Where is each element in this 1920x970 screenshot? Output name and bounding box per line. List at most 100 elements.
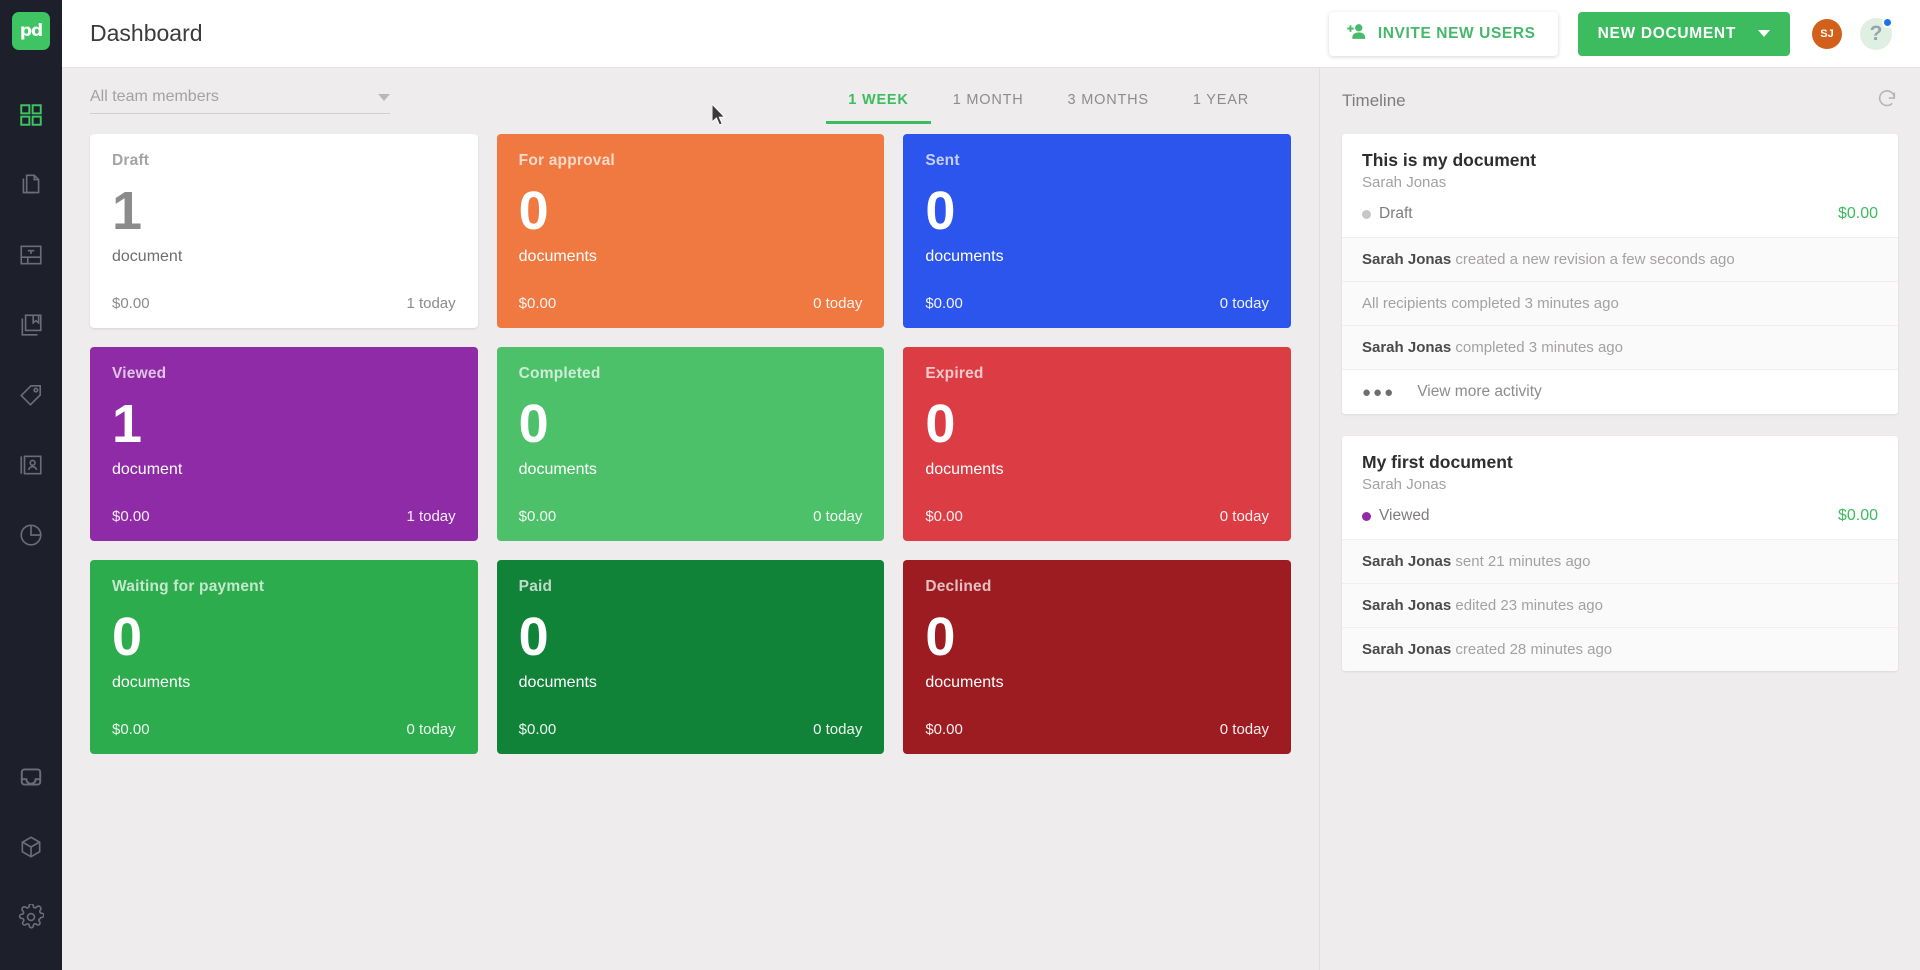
- tab-1-week[interactable]: 1 WEEK: [826, 78, 931, 124]
- team-members-select[interactable]: All team members: [90, 88, 390, 114]
- sidebar-item-documents[interactable]: [0, 150, 62, 220]
- stat-card-count: 1: [112, 394, 143, 454]
- sidebar-item-integrations[interactable]: [0, 812, 62, 882]
- timeline-doc-author: Sarah Jonas: [1362, 476, 1447, 493]
- stat-card-unit: documents: [925, 674, 1004, 691]
- stat-card-footer: $0.00 0 today: [925, 508, 1269, 525]
- sidebar: pd: [0, 0, 62, 970]
- timeline-status-row: Viewed $0.00: [1362, 507, 1878, 525]
- stat-card-title: Paid: [518, 578, 553, 595]
- sidebar-item-inbox[interactable]: [0, 742, 62, 812]
- timeline-event-text: created 28 minutes ago: [1451, 641, 1613, 658]
- timeline-event[interactable]: Sarah Jonas created 28 minutes ago: [1342, 627, 1898, 671]
- stat-card[interactable]: Draft 1 document $0.00 1 today: [90, 134, 478, 328]
- date-range-tabs: 1 WEEK 1 MONTH 3 MONTHS 1 YEAR: [826, 78, 1291, 124]
- top-bar-actions: INVITE NEW USERS NEW DOCUMENT SJ ?: [1328, 11, 1893, 56]
- timeline-card[interactable]: This is my document Sarah Jonas Draft $0.00…: [1342, 134, 1898, 414]
- stat-card-footer: $0.00 0 today: [112, 721, 456, 738]
- view-more-activity-button[interactable]: ●●● View more activity: [1342, 369, 1898, 414]
- stat-card-amount: $0.00: [518, 721, 557, 738]
- sidebar-item-contacts[interactable]: [0, 430, 62, 500]
- stat-card-count: 0: [112, 607, 143, 667]
- view-more-activity-label: View more activity: [1417, 383, 1542, 400]
- top-bar: Dashboard INVITE NEW USERS NEW DOCUMENT: [62, 0, 1920, 68]
- body-area: All team members 1 WEEK 1 MONTH 3 MONTHS…: [62, 68, 1920, 970]
- stat-card-unit: documents: [925, 461, 1004, 478]
- stat-card-amount: $0.00: [518, 295, 557, 312]
- stat-card-title: Completed: [518, 365, 601, 382]
- help-label: ?: [1869, 21, 1883, 45]
- stat-card-count: 0: [518, 607, 549, 667]
- stat-card-today: 1 today: [406, 295, 456, 312]
- stat-card-footer: $0.00 1 today: [112, 508, 456, 525]
- tab-3-months[interactable]: 3 MONTHS: [1046, 78, 1171, 124]
- stat-card-title: For approval: [518, 152, 615, 169]
- timeline-event[interactable]: Sarah Jonas sent 21 minutes ago: [1342, 539, 1898, 583]
- stat-card-title: Viewed: [112, 365, 167, 382]
- avatar[interactable]: SJ: [1812, 18, 1842, 49]
- stat-card-today: 0 today: [813, 508, 863, 525]
- sidebar-item-settings[interactable]: [0, 882, 62, 952]
- stat-card[interactable]: Paid 0 documents $0.00 0 today: [496, 560, 885, 754]
- stat-card-unit: documents: [518, 248, 597, 265]
- refresh-icon[interactable]: [1876, 88, 1898, 115]
- stat-card-amount: $0.00: [518, 508, 557, 525]
- sidebar-item-templates[interactable]: [0, 220, 62, 290]
- stat-card-amount: $0.00: [112, 295, 150, 312]
- stat-card[interactable]: Waiting for payment 0 documents $0.00 0 toda…: [90, 560, 478, 754]
- sidebar-item-reports[interactable]: [0, 500, 62, 570]
- tab-1-month[interactable]: 1 MONTH: [931, 78, 1046, 124]
- timeline-event[interactable]: All recipients completed 3 minutes ago: [1342, 281, 1898, 325]
- team-members-select-value: All team members: [90, 88, 219, 105]
- timeline-card[interactable]: My first document Sarah Jonas Viewed $0.00 S…: [1342, 436, 1898, 671]
- timeline-doc-title: My first document: [1362, 452, 1513, 472]
- notification-dot: [1882, 16, 1893, 28]
- timeline-doc-amount: $0.00: [1837, 205, 1878, 222]
- status-badge: Draft: [1379, 205, 1413, 222]
- invite-new-users-label: INVITE NEW USERS: [1377, 24, 1536, 42]
- timeline-event-text: edited 23 minutes ago: [1451, 597, 1603, 614]
- timeline-doc-summary[interactable]: My first document Sarah Jonas Viewed $0.00: [1342, 436, 1898, 539]
- stat-card-today: 0 today: [813, 295, 863, 312]
- status-dot: [1362, 209, 1371, 219]
- stat-card-today: 0 today: [406, 721, 456, 738]
- invite-new-users-button[interactable]: INVITE NEW USERS: [1328, 11, 1558, 56]
- stat-card[interactable]: Declined 0 documents $0.00 0 today: [903, 560, 1291, 754]
- grid-icon: [18, 102, 44, 128]
- tab-1-year[interactable]: 1 YEAR: [1171, 78, 1271, 124]
- stat-card[interactable]: Completed 0 documents $0.00 0 today: [496, 347, 885, 541]
- timeline-event[interactable]: Sarah Jonas completed 3 minutes ago: [1342, 325, 1898, 369]
- timeline-doc-author: Sarah Jonas: [1362, 174, 1447, 191]
- stat-card-unit: document: [112, 248, 183, 265]
- stat-card-amount: $0.00: [112, 721, 150, 738]
- status-dot: [1362, 511, 1371, 521]
- new-document-button[interactable]: NEW DOCUMENT: [1577, 11, 1790, 56]
- stat-card-footer: $0.00 0 today: [519, 295, 863, 312]
- stat-card-today: 0 today: [1219, 508, 1269, 525]
- timeline-event-actor: Sarah Jonas: [1362, 251, 1452, 268]
- chevron-down-icon[interactable]: [1758, 30, 1770, 37]
- chevron-down-icon: [378, 93, 390, 101]
- stat-card[interactable]: Expired 0 documents $0.00 0 today: [903, 347, 1291, 541]
- stat-card[interactable]: Viewed 1 document $0.00 1 today: [90, 347, 478, 541]
- tag-icon: [18, 382, 44, 408]
- filters-row: All team members 1 WEEK 1 MONTH 3 MONTHS…: [62, 68, 1319, 134]
- stat-card[interactable]: Sent 0 documents $0.00 0 today: [903, 134, 1291, 328]
- timeline-event-text: sent 21 minutes ago: [1451, 553, 1591, 570]
- timeline-event-text: created a new revision a few seconds ago: [1451, 251, 1735, 268]
- sidebar-item-pricing[interactable]: [0, 360, 62, 430]
- timeline-event[interactable]: Sarah Jonas created a new revision a few…: [1342, 237, 1898, 281]
- help-button[interactable]: ?: [1860, 16, 1893, 50]
- new-document-label: NEW DOCUMENT: [1597, 24, 1736, 42]
- stat-card[interactable]: For approval 0 documents $0.00 0 today: [496, 134, 885, 328]
- app-logo[interactable]: pd: [12, 12, 50, 50]
- inbox-icon: [18, 764, 44, 790]
- sidebar-item-dashboard[interactable]: [0, 80, 62, 150]
- timeline-heading: Timeline: [1342, 91, 1406, 110]
- stat-card-unit: documents: [112, 674, 191, 691]
- stat-card-today: 1 today: [406, 508, 456, 525]
- timeline-doc-summary[interactable]: This is my document Sarah Jonas Draft $0.00: [1342, 134, 1898, 237]
- stat-card-count: 0: [518, 181, 549, 241]
- sidebar-item-catalog[interactable]: [0, 290, 62, 360]
- timeline-event[interactable]: Sarah Jonas edited 23 minutes ago: [1342, 583, 1898, 627]
